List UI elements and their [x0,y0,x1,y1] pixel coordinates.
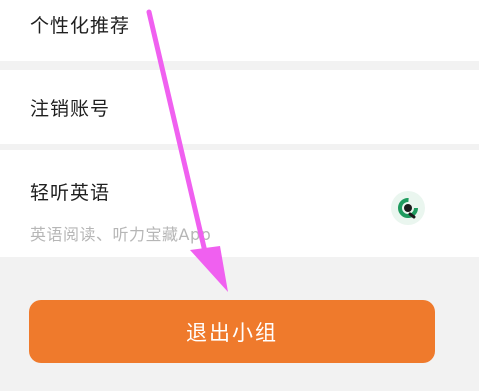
cancel-account-label: 注销账号 [30,98,111,120]
exit-group-button[interactable]: 退出小组 [29,300,435,363]
app-promo-title: 轻听英语 [30,182,111,204]
qingting-app-logo-icon[interactable] [391,191,425,225]
settings-screen: 个性化推荐 注销账号 轻听英语 英语阅读、听力宝藏App 退出小组 [0,0,479,391]
cancel-account-row[interactable]: 注销账号 [0,70,479,144]
app-logo-graphic [398,198,418,219]
personalized-recommendation-label: 个性化推荐 [30,15,131,37]
app-promo-subtitle: 英语阅读、听力宝藏App [30,225,212,244]
exit-group-label: 退出小组 [186,321,278,345]
personalized-recommendation-row[interactable]: 个性化推荐 [0,0,479,61]
